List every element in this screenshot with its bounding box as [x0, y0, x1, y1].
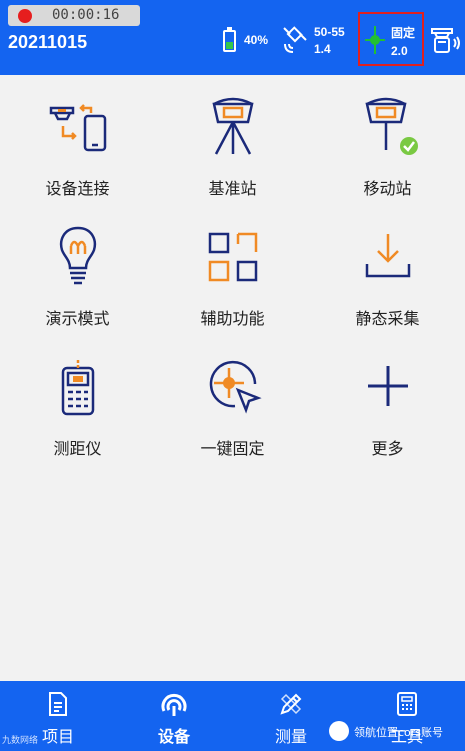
satellite-icon: [283, 26, 307, 53]
tile-device-connect[interactable]: 设备连接: [0, 88, 155, 218]
tile-rangefinder[interactable]: 测距仪: [0, 348, 155, 478]
project-code: 20211015: [8, 32, 88, 52]
tile-label: 测距仪: [53, 439, 102, 458]
tile-label: 辅助功能: [200, 309, 265, 328]
tile-label: 更多: [371, 439, 404, 458]
wechat-logo-icon: [329, 721, 349, 741]
nav-label: 设备: [157, 727, 190, 746]
watermark-right: 领航位置cors账号: [329, 721, 463, 743]
tile-base-station[interactable]: 基准站: [155, 88, 310, 218]
recording-time: 00:00:16: [52, 7, 120, 23]
tile-static-collection[interactable]: 静态采集: [310, 218, 465, 348]
satellite-info[interactable]: 50-55 1.4: [314, 24, 345, 58]
battery-level-fill: [226, 41, 233, 49]
download-icon: [365, 234, 411, 278]
watermark-left: 九数网络: [2, 736, 39, 746]
battery-percent: 40%: [244, 33, 269, 47]
plus-icon: [368, 366, 408, 406]
tile-auxiliary-functions[interactable]: 辅助功能: [155, 218, 310, 348]
recording-indicator[interactable]: 00:00:16: [8, 5, 140, 26]
nav-item-device[interactable]: 设备: [116, 681, 232, 751]
lightbulb-icon: [60, 226, 96, 285]
tile-more[interactable]: 更多: [310, 348, 465, 478]
grid-apps-icon: [208, 232, 258, 282]
watermark-text: 领航位置cors账号: [354, 726, 444, 739]
fix-status-box[interactable]: 固定 2.0: [358, 12, 424, 66]
pen-ruler-icon: [280, 693, 302, 715]
tile-rover-station[interactable]: 移动站: [310, 88, 465, 218]
tile-label: 一键固定: [200, 439, 265, 458]
battery-icon: [223, 27, 236, 52]
rangefinder-icon: [61, 358, 95, 416]
fix-status: 固定: [391, 26, 416, 40]
tile-label: 基准站: [208, 179, 257, 198]
document-icon: [49, 692, 67, 716]
antenna-icon: [161, 693, 187, 716]
fix-crosshair-icon: [365, 26, 385, 54]
fix-age: 2.0: [391, 44, 408, 58]
rover-station-icon: [365, 97, 418, 155]
pdop-value: 1.4: [314, 42, 331, 56]
tile-one-key-fix[interactable]: 一键固定: [155, 348, 310, 478]
receiver-device-icon[interactable]: [429, 22, 463, 56]
fix-info: 固定 2.0: [391, 24, 415, 60]
status-header: 00:00:16 20211015 40% 50-55 1.4 固定 2.0: [0, 0, 465, 75]
device-connect-icon: [49, 104, 107, 152]
target-cursor-icon: [209, 360, 262, 414]
tile-label: 设备连接: [45, 179, 110, 198]
calculator-icon: [397, 692, 417, 716]
satellite-count: 50-55: [314, 25, 345, 39]
record-dot-icon: [18, 9, 32, 23]
tile-label: 演示模式: [45, 309, 110, 328]
tile-demo-mode[interactable]: 演示模式: [0, 218, 155, 348]
base-station-icon: [212, 97, 254, 155]
tile-label: 静态采集: [355, 309, 420, 328]
tile-label: 移动站: [363, 179, 412, 198]
